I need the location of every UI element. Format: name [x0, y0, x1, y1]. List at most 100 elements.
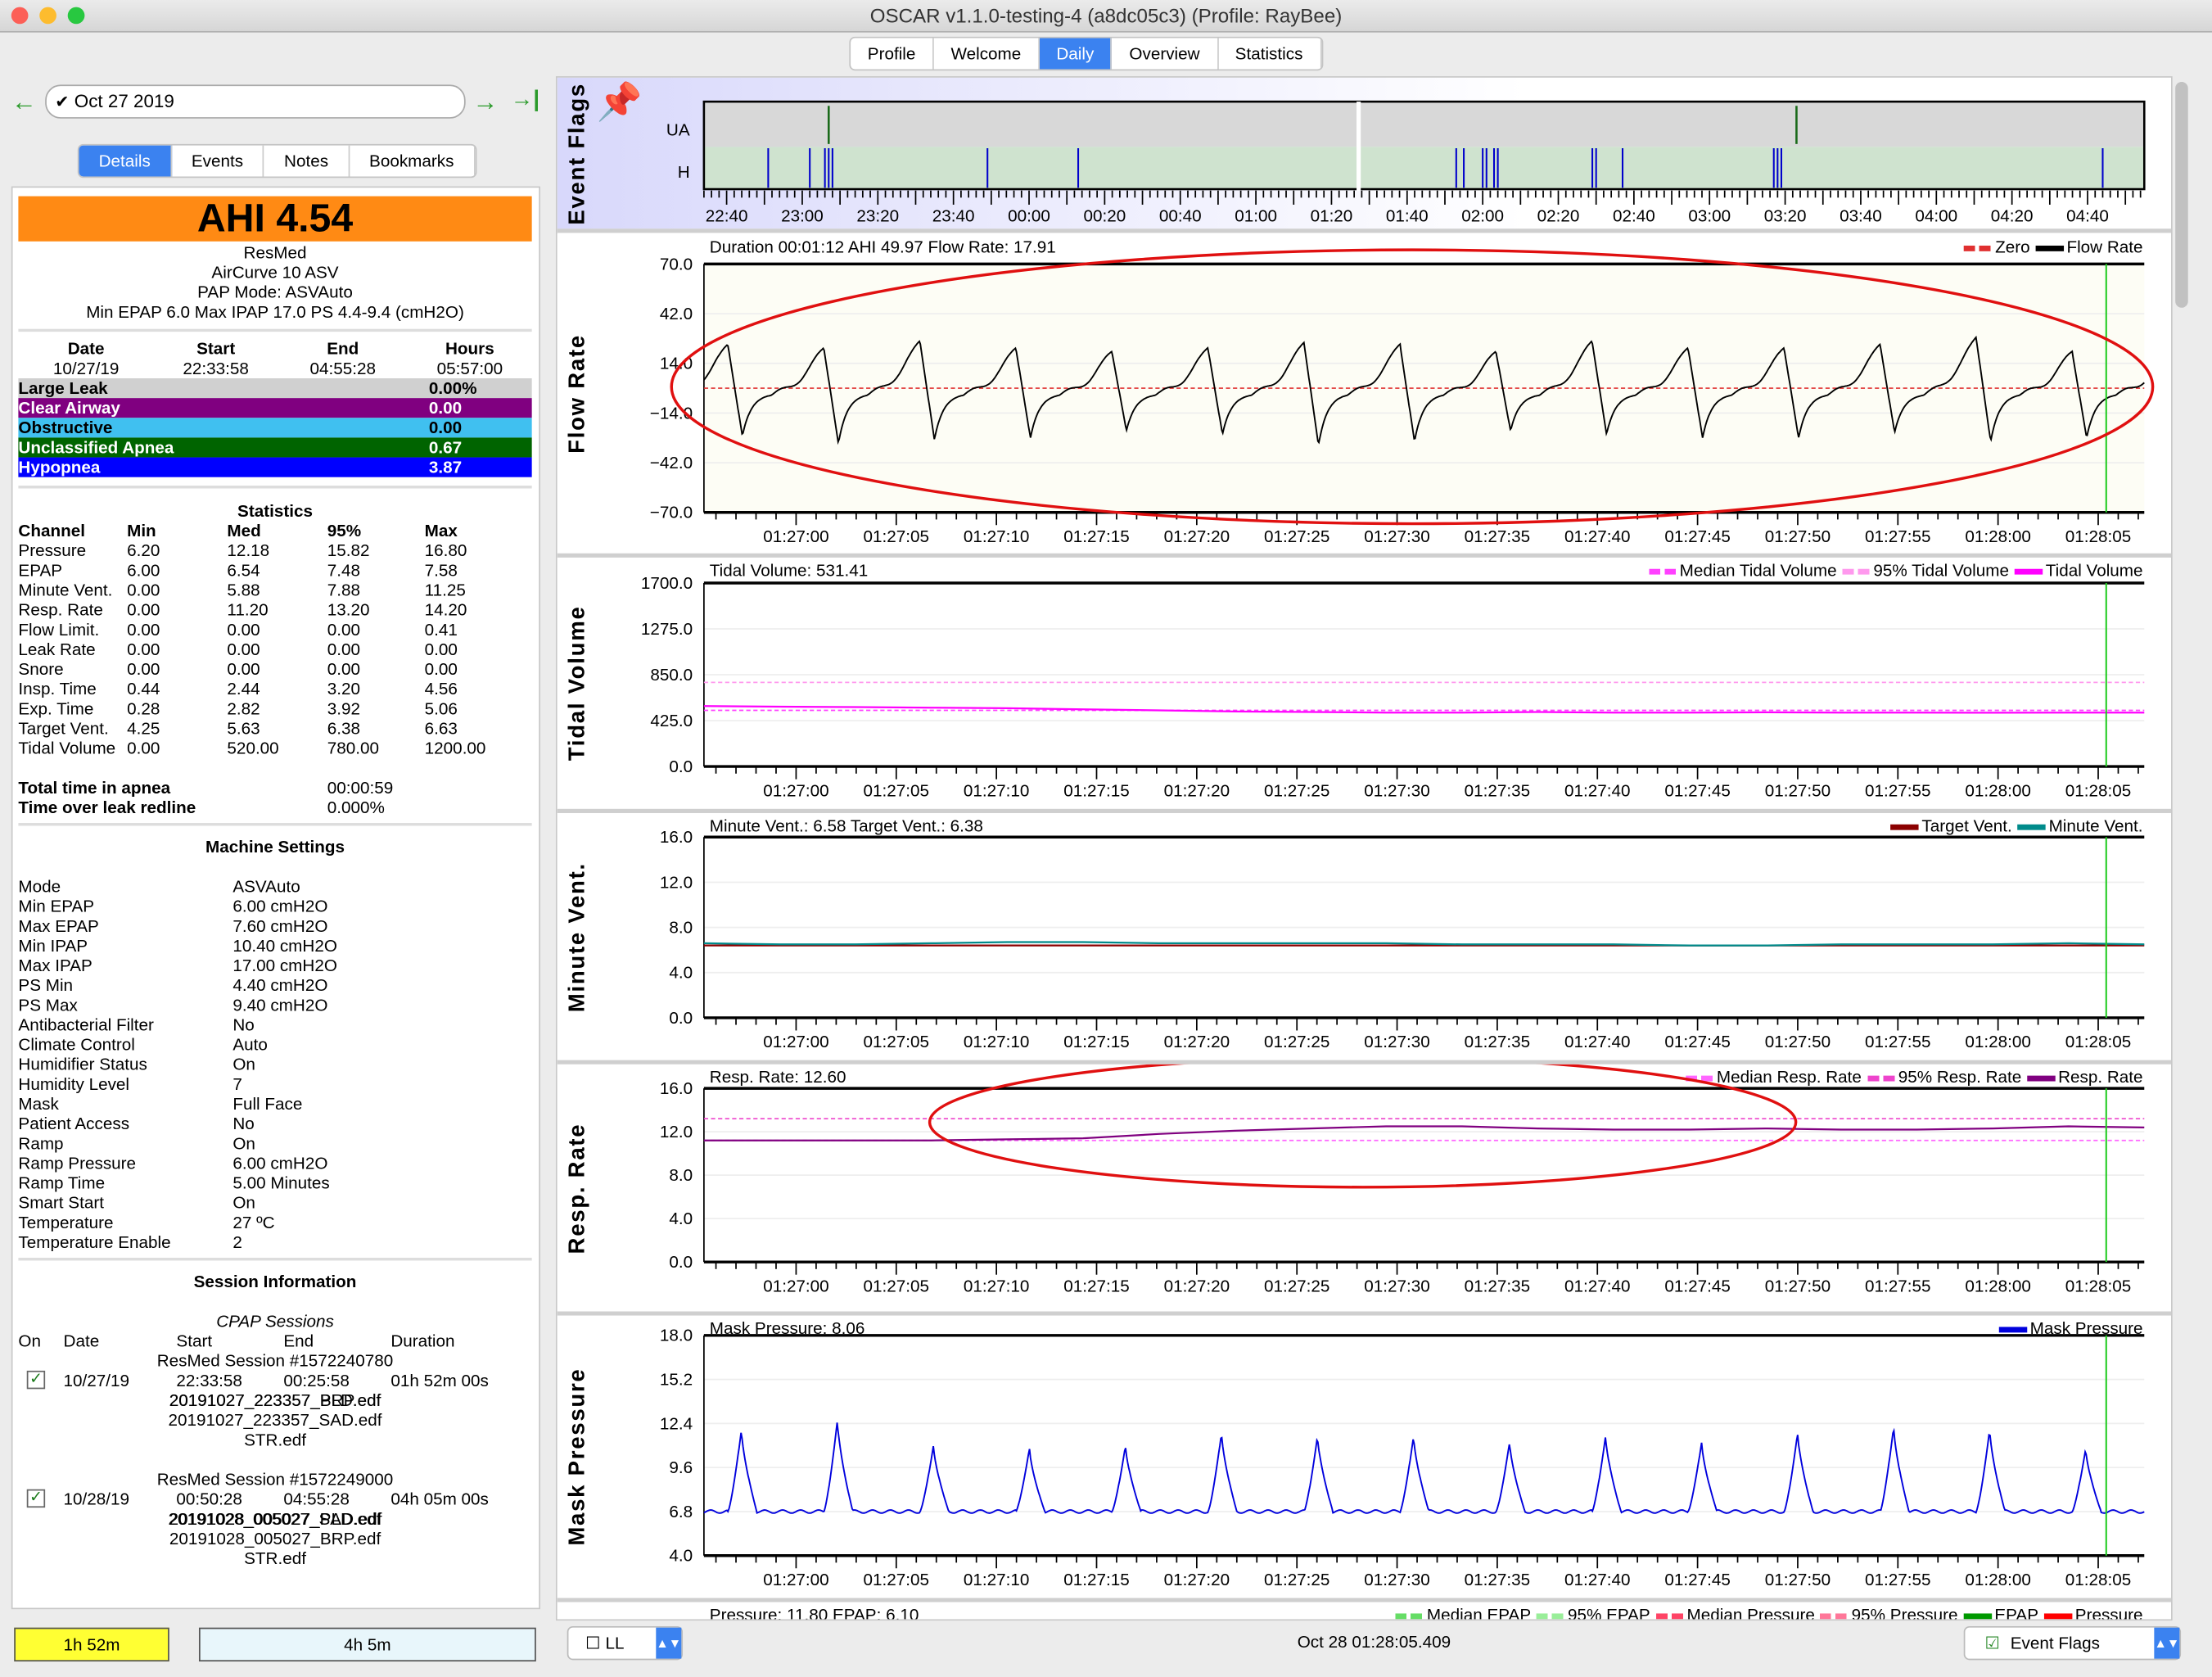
stat-value: 0.00	[327, 619, 361, 640]
tab-profile[interactable]: Profile	[851, 38, 934, 70]
checkbox-checked-icon[interactable]: ☑	[1985, 1634, 2001, 1653]
subtab-notes[interactable]: Notes	[264, 145, 350, 177]
pressure-graph[interactable]: Pressure: 11.80 EPAP: 6.10 Median EPAP 95%…	[557, 1602, 2172, 1621]
x-tick-label: 01:27:55	[1865, 527, 1930, 546]
divider	[18, 328, 532, 332]
zoom-window-button[interactable]	[67, 7, 85, 25]
legend-item[interactable]: 95% EPAP	[1537, 1605, 1650, 1619]
x-tick-label: 01:27:10	[964, 1033, 1029, 1051]
detail-tabs: Details Events Notes Bookmarks	[77, 143, 477, 179]
stat-value: 0.00	[327, 659, 361, 680]
tidal-volume-chart: 1700.0 1275.0 850.0 425.0 0.0 01:27:00 01:27:0…	[641, 574, 2145, 800]
index-value: 0.00	[428, 418, 463, 438]
stat-value: 0.00	[424, 639, 458, 660]
file-name: 20191028_005027_BRP.edf	[169, 1528, 381, 1549]
session-checkbox[interactable]: ✓	[26, 1370, 46, 1390]
stat-value: 16.80	[424, 540, 467, 561]
resp-rate-chart: 16.0 12.0 8.0 4.0 0.0 01:27:00 01:27:05 01:27:1…	[660, 1064, 2145, 1295]
x-tick-label: 01:27:45	[1664, 1571, 1730, 1589]
resp-rate-graph[interactable]: Resp. Rate Resp. Rate: 12.60 Median Resp. …	[557, 1064, 2172, 1316]
mask-pressure-graph[interactable]: Mask Pressure Mask Pressure: 8.06 Mask Pre…	[557, 1315, 2172, 1602]
scrollbar[interactable]	[2175, 81, 2188, 308]
legend-label: Median EPAP	[1426, 1605, 1532, 1621]
stat-value: 12.18	[227, 540, 270, 561]
subtitle: CPAP Sessions	[216, 1311, 334, 1331]
y-tick-label: 4.0	[669, 964, 693, 983]
channel-name: Insp. Time	[18, 679, 97, 699]
session-file: 20191027_223357_BRP.edf	[18, 1390, 531, 1410]
session-checkbox[interactable]: ✓	[26, 1489, 46, 1508]
stat-value: 14.20	[424, 599, 467, 620]
stat-value: 7.58	[424, 560, 458, 581]
setting-row: Max IPAP 17.00 cmH2O	[18, 956, 531, 975]
pressure-settings: Min EPAP 6.0 Max IPAP 17.0 PS 4.4-9.4 (c…	[86, 301, 464, 323]
skip-to-end-icon[interactable]: →|	[511, 88, 539, 113]
y-tick-label: 1700.0	[641, 574, 693, 593]
y-tick-label: 18.0	[660, 1327, 693, 1345]
event-flags-graph[interactable]: Event Flags 📌 UA H 22:40 23:00 23:20 23:40 00:00…	[557, 77, 2172, 233]
tidal-volume-graph[interactable]: Tidal Volume Tidal Volume: 531.41 Median T…	[557, 557, 2172, 813]
stat-value: 0.44	[127, 679, 160, 699]
x-tick-label: 01:28:00	[1965, 1033, 2030, 1051]
legend-item[interactable]: Median EPAP	[1396, 1605, 1532, 1621]
chevron-down-icon[interactable]: ✔	[55, 92, 69, 111]
minute-vent-graph[interactable]: Minute Vent. Minute Vent.: 6.58 Target Ve…	[557, 812, 2172, 1065]
legend-item[interactable]: Median Pressure	[1655, 1605, 1815, 1619]
setting-value: 6.00 cmH2O	[232, 1153, 328, 1173]
row-label: UA	[666, 120, 690, 139]
index-large-leak: Large Leak 0.00%	[18, 378, 532, 399]
graph-visibility-select[interactable]: ☑ Event Flags ▲▼	[1963, 1625, 2182, 1661]
x-tick-label: 01:27:30	[1364, 1571, 1429, 1589]
window-title: OSCAR v1.1.0-testing-4 (a8dc05c3) (Profi…	[869, 4, 1343, 27]
stat-value: 6.63	[424, 718, 458, 739]
close-window-button[interactable]	[11, 7, 29, 25]
legend-swatch	[1396, 1613, 1424, 1620]
x-tick-label: 01:27:10	[964, 1571, 1029, 1589]
tab-statistics[interactable]: Statistics	[1218, 38, 1321, 70]
date-picker[interactable]: ✔ Oct 27 2019	[45, 84, 466, 119]
x-tick-label: 01:27:35	[1465, 781, 1530, 800]
subtab-bookmarks[interactable]: Bookmarks	[350, 145, 476, 177]
stat-value: 4.25	[127, 718, 160, 739]
stat-row: Target Vent. 4.25 5.63 6.38 6.63	[18, 718, 531, 738]
arrow-right-icon[interactable]: →	[472, 88, 498, 117]
tab-overview[interactable]: Overview	[1113, 38, 1218, 70]
subtab-details[interactable]: Details	[79, 145, 172, 177]
subtab-events[interactable]: Events	[172, 145, 264, 177]
session-name: ResMed Session #1572240780	[18, 1351, 531, 1371]
tab-daily[interactable]: Daily	[1039, 38, 1113, 70]
session-value: 04:55:28	[309, 358, 376, 379]
legend-item[interactable]: 95% Pressure	[1820, 1605, 1958, 1619]
x-tick-label: 01:27:35	[1465, 527, 1530, 546]
tab-welcome[interactable]: Welcome	[934, 38, 1040, 70]
x-tick-label: 01:27:25	[1264, 781, 1329, 800]
legend: Median EPAP 95% EPAP Median Pressure 95% Pr…	[1396, 1605, 2143, 1621]
index-unclassified-apnea: Unclassified Apnea 0.67	[18, 437, 532, 458]
stat-value: 0.28	[127, 698, 160, 719]
setting-name: Min EPAP	[18, 896, 95, 916]
setting-name: Humidifier Status	[18, 1054, 147, 1074]
column-header: Hours	[445, 338, 494, 359]
setting-row: Max EPAP 7.60 cmH2O	[18, 916, 531, 936]
session-duration-bar-2[interactable]: 4h 5m	[198, 1627, 536, 1662]
brand: ResMed	[243, 242, 307, 263]
section-title: Session Information	[193, 1272, 357, 1292]
y-tick-label: 0.0	[669, 1253, 693, 1272]
legend-item[interactable]: Pressure	[2043, 1605, 2143, 1619]
details-panel: AHI 4.54 ResMed AirCurve 10 ASV PAP Mode…	[11, 186, 540, 1610]
x-tick-label: 23:40	[932, 207, 975, 226]
flow-rate-graph[interactable]: Flow Rate Duration 00:01:12 AHI 49.97 Flo…	[557, 234, 2172, 558]
file-name: 20191027_223357_BRP.edf	[169, 1390, 381, 1411]
chevron-updown-icon[interactable]: ▲▼	[2154, 1627, 2180, 1659]
legend-item[interactable]: EPAP	[1963, 1605, 2038, 1619]
column-header: Date	[67, 338, 105, 359]
setting-value: 5.00 Minutes	[232, 1173, 330, 1193]
arrow-left-icon[interactable]: ←	[11, 88, 37, 117]
session-duration-bar-1[interactable]: 1h 52m	[14, 1627, 169, 1662]
x-tick-label: 01:27:20	[1164, 1033, 1230, 1051]
stat-value: 7.88	[327, 580, 361, 600]
stat-value: 0.00	[227, 619, 260, 640]
minimize-window-button[interactable]	[39, 7, 56, 25]
channel-name: Resp. Rate	[18, 599, 103, 620]
setting-value: 27 ºC	[232, 1212, 275, 1232]
